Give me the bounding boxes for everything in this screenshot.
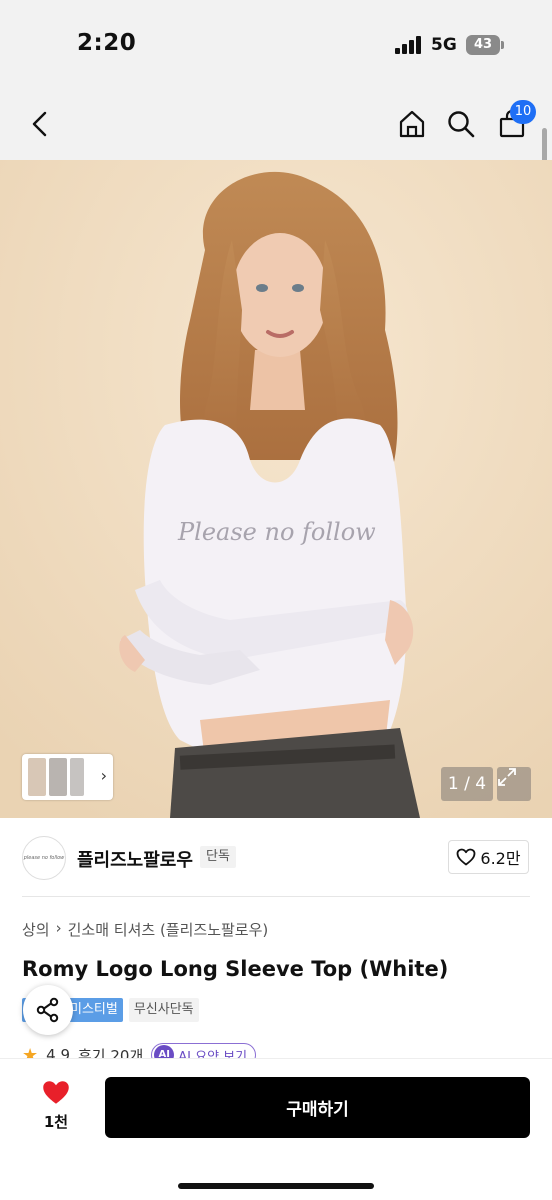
brand-logo-text: please no follow [23,855,65,861]
product-photo: Please no follow [0,160,552,818]
brand-name[interactable]: 플리즈노팔로우 [77,846,193,872]
heart-filled-icon [43,1081,69,1104]
buy-button[interactable]: 구매하기 [105,1077,530,1138]
divider [22,896,530,897]
network-type: 5G [431,35,457,55]
favorite-button[interactable] [36,1079,76,1109]
top-nav: 10 [0,90,552,160]
heart-outline-icon [457,848,476,866]
cart-count-badge: 10 [510,100,536,124]
share-button[interactable] [23,985,73,1035]
brand-like-button[interactable]: 6.2만 [448,840,529,874]
thumbnail-3[interactable] [70,758,84,796]
chevron-right-icon[interactable]: › [101,766,107,785]
share-icon [36,997,59,1023]
home-button[interactable] [394,106,430,142]
status-bar: 2:20 5G 43 [0,0,552,90]
musinsa-exclusive-tag: 무신사단독 [128,998,199,1022]
home-indicator[interactable] [178,1183,374,1189]
bottom-action-bar: 1천 구매하기 [0,1058,552,1200]
breadcrumb-subcategory[interactable]: 긴소매 티셔츠 (플리즈노팔로우) [68,919,269,940]
thumbnail-strip[interactable]: › [22,754,113,800]
cart-button[interactable]: 10 [494,100,536,142]
expand-icon [498,768,516,786]
product-title: Romy Logo Long Sleeve Top (White) [22,957,449,981]
shirt-logo-text: Please no follow [177,518,376,546]
product-image[interactable]: Please no follow › 1 / 4 [0,160,552,818]
exclusive-tag: 단독 [200,846,236,868]
battery-icon: 43 [466,35,504,55]
chevron-left-icon [32,111,47,137]
image-page-counter: 1 / 4 [441,767,493,801]
cellular-signal-icon [395,36,425,54]
breadcrumb-category[interactable]: 상의 [22,919,50,940]
back-button[interactable] [22,106,58,142]
thumbnail-2[interactable] [49,758,67,796]
favorite-count: 1천 [43,1113,69,1131]
thumbnail-1[interactable] [28,758,46,796]
brand-row: please no follow 플리즈노팔로우 단독 6.2만 [0,818,552,896]
breadcrumb: 상의 › 긴소매 티셔츠 (플리즈노팔로우) [22,919,268,940]
brand-like-count: 6.2만 [480,849,521,868]
home-icon [399,110,425,138]
brand-logo[interactable]: please no follow [22,836,66,880]
search-icon [448,111,475,138]
search-button[interactable] [443,106,479,142]
expand-image-button[interactable] [497,767,531,801]
status-time: 2:20 [77,30,137,56]
breadcrumb-separator-icon: › [55,919,62,937]
